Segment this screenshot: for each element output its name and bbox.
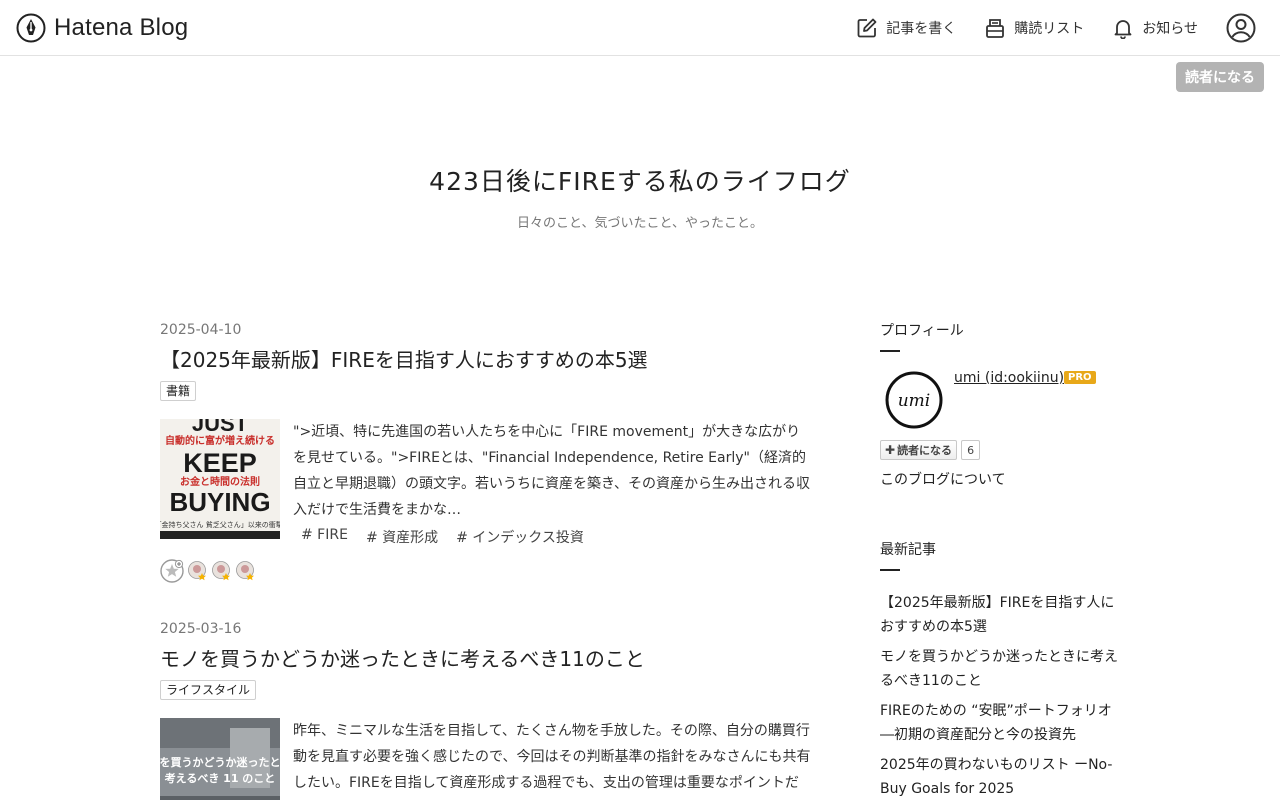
star-user-avatar-icon[interactable] — [188, 561, 208, 581]
plus-icon: ✚ — [885, 443, 896, 457]
entry-summary-wrap: 昨年、ミニマルな生活を目指して、たくさん物を手放した。その際、自分の購買行動を見… — [293, 718, 813, 800]
profile-avatar-text: umi — [898, 391, 931, 411]
star-user-avatar-icon[interactable] — [212, 561, 232, 581]
entry-tags: # FIRE # 資産形成 # インデックス投資 — [293, 527, 813, 547]
recent-entries-module: 最新記事 【2025年最新版】FIREを目指す人におすすめの本5選 モノを買うか… — [880, 539, 1120, 800]
profile-card: umi umi (id:ookiinu) PRO — [880, 370, 1120, 430]
tag-link[interactable]: # FIRE — [301, 527, 348, 547]
entry-thumbnail-photo[interactable]: を買うかどうか迷ったと 考えるべき 11 のこと — [160, 718, 280, 800]
title-underline — [880, 350, 900, 352]
entry-category[interactable]: ライフスタイル — [160, 680, 257, 700]
logo-text: Hatena Blog — [54, 14, 189, 41]
subscribe-button-top[interactable]: 読者になる — [1176, 62, 1264, 92]
profile-avatar[interactable]: umi — [884, 370, 944, 430]
entry-summary: ">近頃、特に先進国の若い人たちを中心に「FIRE movement」が大きな広… — [293, 424, 811, 518]
entry-body: JUST 自動的に富が増え続ける KEEP お金と時間の法則 BUYING 「金… — [160, 419, 815, 547]
user-account-icon[interactable] — [1226, 13, 1256, 43]
entries-main: 2025-04-10 【2025年最新版】FIREを目指す人におすすめの本5選 … — [160, 320, 815, 800]
entry-category[interactable]: 書籍 — [160, 381, 197, 401]
star-user-avatar-icon[interactable] — [236, 561, 256, 581]
thumb-text-1: JUST — [192, 419, 249, 436]
subscriber-count[interactable]: 6 — [961, 440, 981, 460]
add-star-icon[interactable] — [160, 559, 184, 583]
notifications-label: お知らせ — [1142, 21, 1198, 37]
tag-link[interactable]: # 資産形成 — [366, 527, 438, 547]
subscriptions-button[interactable]: 購読リスト — [984, 17, 1084, 39]
thumb-text-5: BUYING — [169, 487, 270, 517]
subscribe-button-sidebar[interactable]: ✚ 読者になる — [880, 440, 958, 460]
blog-title[interactable]: 423日後にFIREする私のライフログ — [0, 162, 1280, 198]
recent-entry-link[interactable]: 2025年の買わないものリスト ーNo-Buy Goals for 2025 — [880, 753, 1120, 800]
subscriptions-label: 購読リスト — [1014, 21, 1085, 37]
global-header: Hatena Blog 記事を書く 購読リスト お知らせ — [0, 0, 1280, 56]
about-blog-link[interactable]: このブログについて — [880, 469, 1120, 489]
pen-nib-logo-icon — [16, 13, 46, 43]
tag-link[interactable]: # インデックス投資 — [456, 527, 584, 547]
recent-title: 最新記事 — [880, 542, 936, 558]
entry-date[interactable]: 2025-03-16 — [160, 619, 815, 639]
bell-icon — [1114, 20, 1132, 39]
hatena-blog-logo[interactable]: Hatena Blog — [16, 12, 188, 44]
reader-box-icon — [986, 19, 1005, 38]
thumb-text-6: 「金持ち父さん 貧乏父さん」以来の衝撃! — [160, 520, 280, 529]
entry-date[interactable]: 2025-04-10 — [160, 320, 815, 340]
thumb-text-3: KEEP — [183, 448, 257, 478]
recent-entry-link[interactable]: FIREのための “安眠”ポートフォリオ ―初期の資産配分と今の投資先 — [880, 699, 1120, 747]
profile-name-link[interactable]: umi (id:ookiinu) — [954, 370, 1064, 386]
profile-module: プロフィール umi umi (id:ookiinu) PRO ✚ 読者になる … — [880, 320, 1120, 489]
entry-thumbnail-book-cover[interactable]: JUST 自動的に富が増え続ける KEEP お金と時間の法則 BUYING 「金… — [160, 419, 280, 539]
profile-title: プロフィール — [880, 323, 964, 339]
entry-summary-wrap: ">近頃、特に先進国の若い人たちを中心に「FIRE movement」が大きな広… — [293, 419, 813, 547]
notifications-button[interactable]: お知らせ — [1112, 17, 1198, 39]
blog-description: 日々のこと、気づいたこと、やったこと。 — [517, 216, 763, 231]
subscribe-row: ✚ 読者になる 6 — [880, 440, 1120, 460]
entry-title[interactable]: モノを買うかどうか迷ったときに考えるべき11のこと — [160, 645, 815, 673]
recent-entry-link[interactable]: モノを買うかどうか迷ったときに考えるべき11のこと — [880, 645, 1120, 693]
write-entry-button[interactable]: 記事を書く — [856, 17, 956, 39]
entry-summary: 昨年、ミニマルな生活を目指して、たくさん物を手放した。その際、自分の購買行動を見… — [293, 723, 811, 791]
thumb-text-2: 考えるべき 11 のこと — [165, 771, 276, 785]
entry-body: を買うかどうか迷ったと 考えるべき 11 のこと 昨年、ミニマルな生活を目指して… — [160, 718, 815, 800]
entry-stars — [160, 559, 815, 583]
global-nav: 記事を書く 購読リスト お知らせ — [856, 0, 1280, 56]
recent-entries-list: 【2025年最新版】FIREを目指す人におすすめの本5選 モノを買うかどうか迷っ… — [880, 591, 1120, 800]
recent-entry-link[interactable]: 【2025年最新版】FIREを目指す人におすすめの本5選 — [880, 591, 1120, 639]
thumb-text-1: を買うかどうか迷ったと — [160, 755, 280, 769]
entry-item: 2025-04-10 【2025年最新版】FIREを目指す人におすすめの本5選 … — [160, 320, 815, 583]
entry-title[interactable]: 【2025年最新版】FIREを目指す人におすすめの本5選 — [160, 346, 815, 374]
title-underline — [880, 569, 900, 571]
edit-icon — [857, 18, 877, 38]
write-entry-label: 記事を書く — [886, 21, 957, 37]
pro-badge: PRO — [1064, 371, 1096, 384]
sidebar: プロフィール umi umi (id:ookiinu) PRO ✚ 読者になる … — [880, 320, 1120, 800]
thumb-text-2: 自動的に富が増え続ける — [165, 434, 275, 447]
subscribe-label: 読者になる — [897, 444, 953, 457]
entry-item: 2025-03-16 モノを買うかどうか迷ったときに考えるべき11のこと ライフ… — [160, 619, 815, 800]
